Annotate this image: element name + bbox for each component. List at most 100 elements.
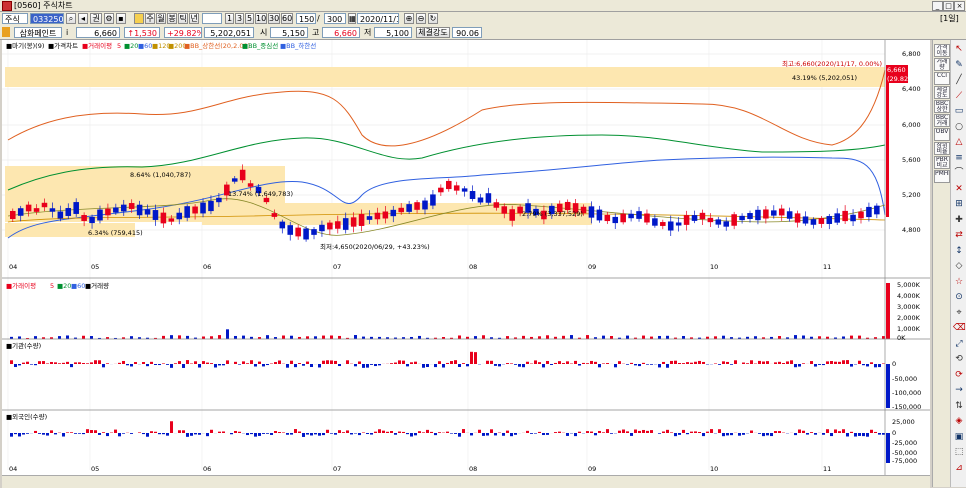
- draw-tool-icon-3[interactable]: ⟋: [953, 91, 965, 102]
- draw-tool-icon-12[interactable]: ⇄: [953, 230, 965, 241]
- indicator-button-7[interactable]: 삼위 비율: [934, 142, 950, 155]
- price-chart[interactable]: 최고:6,660(2020/11/17, 0.00%) 43.19% (5,20…: [2, 40, 930, 475]
- draw-tool-icon-17[interactable]: ⌖: [953, 308, 965, 319]
- count-input[interactable]: 150: [296, 13, 316, 24]
- draw-tool-icon-9[interactable]: ✕: [953, 184, 965, 195]
- candle-button[interactable]: 봉: [167, 13, 177, 24]
- tick-button[interactable]: 틱: [178, 13, 188, 24]
- min-10-button[interactable]: 10: [255, 13, 267, 24]
- indicator-button-2[interactable]: CCI: [934, 72, 950, 85]
- month-label: 05: [91, 263, 99, 271]
- inst-bar: [334, 361, 337, 364]
- inst-bar: [86, 363, 89, 364]
- day-button[interactable]: [134, 13, 144, 24]
- foreign-bar: [462, 429, 465, 433]
- indicator-button-4[interactable]: BBC 상한: [934, 100, 950, 113]
- draw-tool-icon-20[interactable]: ⟲: [953, 354, 965, 365]
- foreign-bar: [762, 433, 765, 436]
- month-button[interactable]: 월: [156, 13, 166, 24]
- draw-tool-icon-0[interactable]: ↖: [953, 44, 965, 55]
- refresh-icon[interactable]: ↻: [428, 13, 438, 24]
- chart-area[interactable]: 최고:6,660(2020/11/17, 0.00%) 43.19% (5,20…: [2, 40, 930, 487]
- settings-icon[interactable]: ⚙: [104, 13, 114, 24]
- indicator-button-9[interactable]: PMHE: [934, 170, 950, 183]
- indicator-button-0[interactable]: 가격 이동: [934, 44, 950, 57]
- inst-bar: [798, 364, 801, 367]
- search-icon[interactable]: ⌕: [66, 13, 76, 24]
- min-60-button[interactable]: 60: [281, 13, 293, 24]
- min-1-button[interactable]: 1: [225, 13, 234, 24]
- draw-tool-icon-22[interactable]: →: [953, 385, 965, 396]
- volume-bar: [538, 336, 541, 339]
- draw-tool-icon-25[interactable]: ▣: [953, 432, 965, 443]
- volume-tick: 1,000K: [897, 325, 921, 333]
- draw-tool-icon-14[interactable]: ◇: [953, 261, 965, 272]
- draw-tool-icon-8[interactable]: ⌒: [953, 168, 965, 179]
- close-button[interactable]: ×: [954, 1, 965, 11]
- draw-tool-icon-27[interactable]: ⊿: [953, 463, 965, 474]
- inst-bar: [762, 362, 765, 364]
- draw-tool-icon-23[interactable]: ⇅: [953, 401, 965, 412]
- maximize-button[interactable]: □: [943, 1, 954, 11]
- week-button[interactable]: 주: [145, 13, 155, 24]
- draw-tool-icon-2[interactable]: ╱: [953, 75, 965, 86]
- market-select[interactable]: 주식: [2, 13, 28, 24]
- date-input[interactable]: 2020/11/17: [357, 13, 399, 24]
- foreign-bar: [622, 430, 625, 433]
- zoom-in-icon[interactable]: ⊕: [404, 13, 414, 24]
- inst-bar: [210, 363, 213, 364]
- draw-tool-icon-19[interactable]: ⤢: [953, 339, 965, 350]
- draw-tool-icon-18[interactable]: ⌫: [953, 323, 965, 334]
- inst-bar: [174, 363, 177, 364]
- horizontal-scrollbar[interactable]: [2, 475, 930, 488]
- inst-bar: [106, 363, 109, 364]
- stock-code-input[interactable]: 033250: [30, 13, 64, 24]
- foreign-bar: [546, 433, 549, 435]
- draw-tool-icon-7[interactable]: ≡: [953, 153, 965, 164]
- indicator-button-3[interactable]: 체결 강도: [934, 86, 950, 99]
- min-5-button[interactable]: 5: [245, 13, 254, 24]
- draw-tool-icon-10[interactable]: ⊞: [953, 199, 965, 210]
- total-count-input[interactable]: 300: [324, 13, 346, 24]
- volume-tick: 2,000K: [897, 314, 921, 322]
- zoom-out-icon[interactable]: ⊖: [416, 13, 426, 24]
- draw-tool-icon-13[interactable]: ↕: [953, 246, 965, 257]
- candle: [755, 210, 761, 220]
- min-3-button[interactable]: 3: [235, 13, 244, 24]
- inst-bar: [82, 363, 85, 364]
- inst-bar: [826, 361, 829, 364]
- min-30-button[interactable]: 30: [268, 13, 280, 24]
- calendar-icon[interactable]: ▦: [348, 13, 356, 24]
- minute-input[interactable]: [202, 13, 222, 24]
- draw-tool-icon-21[interactable]: ⟳: [953, 370, 965, 381]
- foreign-bar: [234, 431, 237, 433]
- draw-tool-icon-4[interactable]: ▭: [953, 106, 965, 117]
- draw-tool-icon-16[interactable]: ⊙: [953, 292, 965, 303]
- draw-tool-icon-1[interactable]: ✎: [953, 60, 965, 71]
- draw-tool-icon-11[interactable]: ✚: [953, 215, 965, 226]
- draw-tool-icon-24[interactable]: ◈: [953, 416, 965, 427]
- indicator-button-6[interactable]: OBV: [934, 128, 950, 141]
- mode-button[interactable]: 권: [90, 13, 102, 24]
- info-icon[interactable]: i: [66, 27, 68, 38]
- foreign-bar: [438, 432, 441, 433]
- indicator-button-5[interactable]: BBC 거래: [934, 114, 950, 127]
- draw-tool-icon-6[interactable]: △: [953, 137, 965, 148]
- inst-bar: [606, 363, 609, 364]
- inst-bar: [842, 360, 845, 364]
- minimize-button[interactable]: _: [932, 1, 943, 11]
- indicator-button-8[interactable]: PBR 비교: [934, 156, 950, 169]
- foreign-bar: [246, 433, 249, 435]
- year-button[interactable]: 년: [189, 13, 199, 24]
- draw-tool-icon-15[interactable]: ☆: [953, 277, 965, 288]
- inst-bar: [450, 361, 453, 364]
- draw-tool-icon-26[interactable]: ⬚: [953, 447, 965, 458]
- inst-bar: [794, 364, 797, 367]
- pin-icon[interactable]: ▪: [116, 13, 126, 24]
- draw-tool-icon-5[interactable]: ○: [953, 122, 965, 133]
- volume-bar: [642, 336, 645, 339]
- prev-arrow-icon[interactable]: ◂: [78, 13, 88, 24]
- stock-name[interactable]: 삼화페인트: [14, 27, 62, 38]
- band3-annotation: 13.74% (1,649,783): [228, 190, 293, 198]
- indicator-button-1[interactable]: 거래량: [934, 58, 950, 71]
